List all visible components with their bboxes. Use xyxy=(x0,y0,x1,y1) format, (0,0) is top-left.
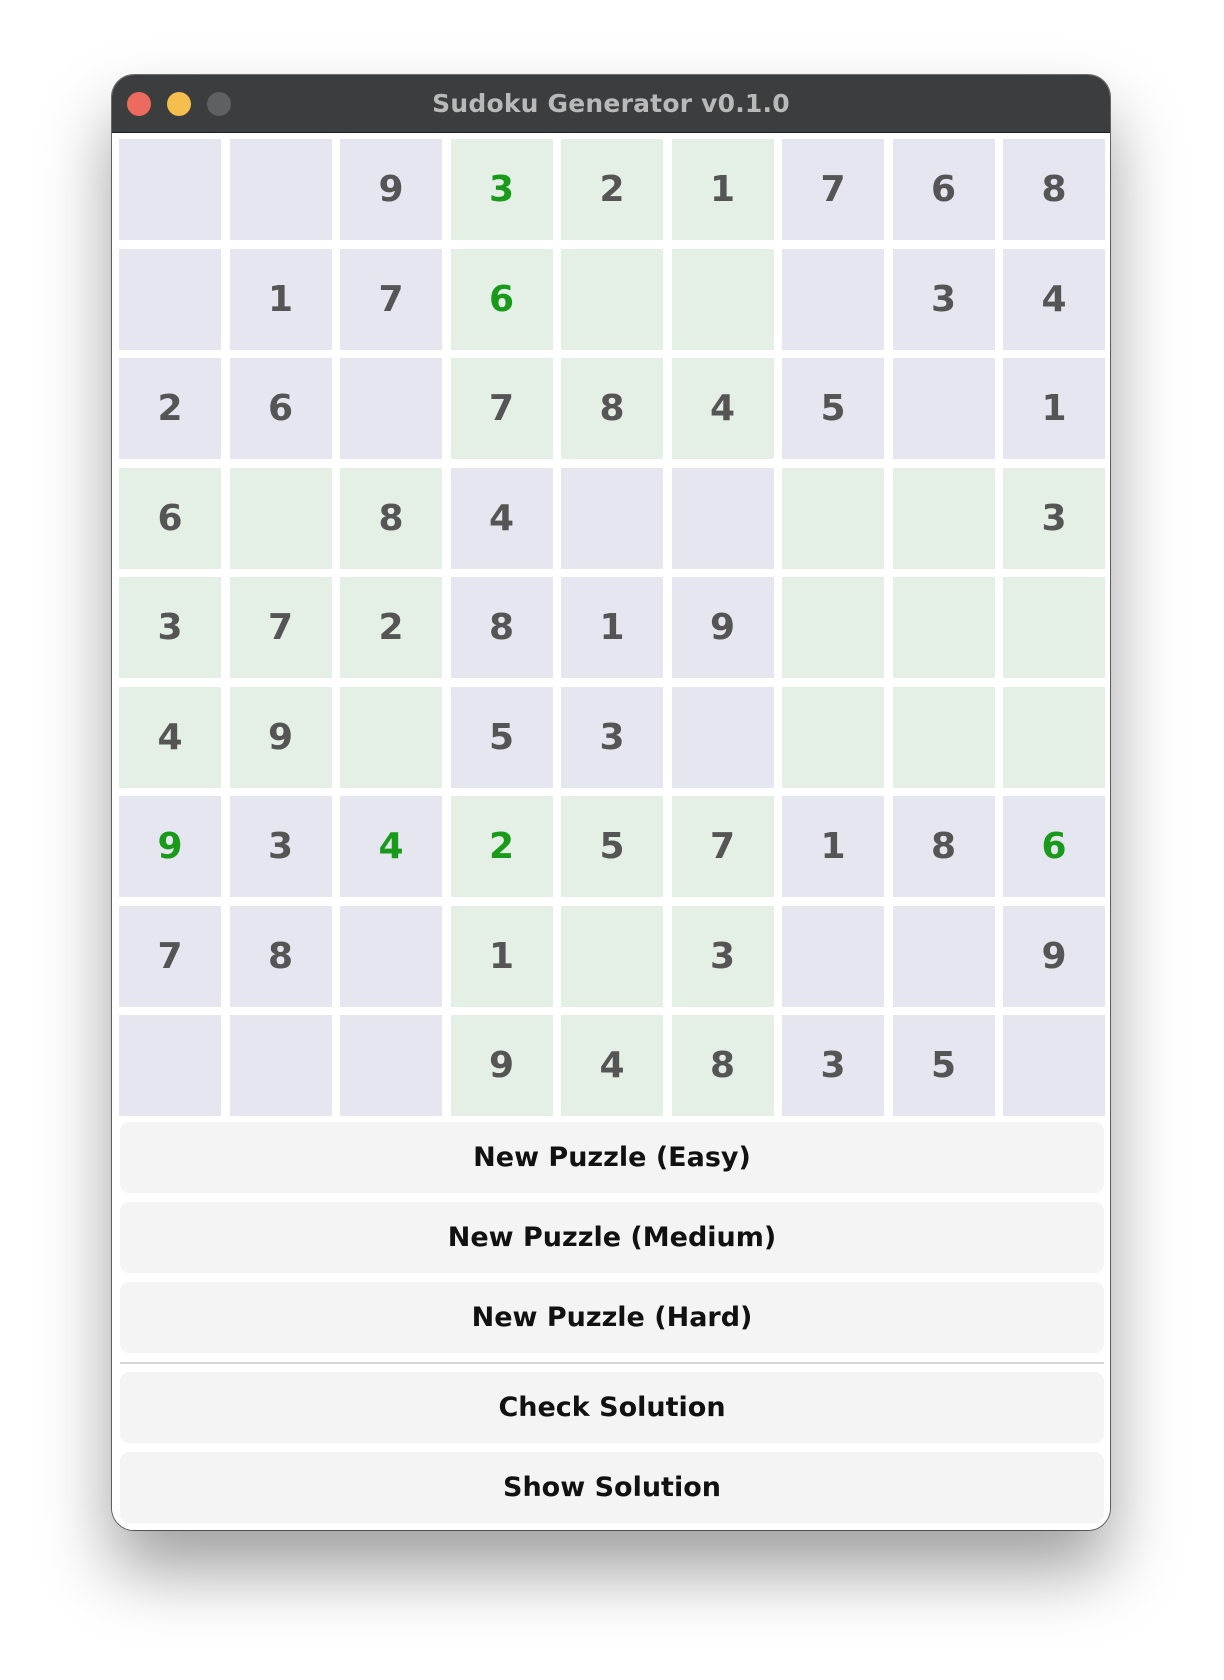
sudoku-cell-r7-c1[interactable]: 9 xyxy=(119,796,221,897)
sudoku-cell-r5-c3[interactable]: 2 xyxy=(340,577,442,678)
new-puzzle-easy-button[interactable]: New Puzzle (Easy) xyxy=(120,1122,1104,1193)
sudoku-cell-r2-c7[interactable] xyxy=(782,248,884,350)
sudoku-cell-r7-c6[interactable]: 7 xyxy=(671,796,774,897)
sudoku-cell-r7-c8[interactable]: 8 xyxy=(892,796,995,897)
sudoku-cell-r1-c6[interactable]: 1 xyxy=(671,139,774,240)
sudoku-cell-r2-c3[interactable]: 7 xyxy=(340,248,442,350)
main-content: 9321768176342678451684337281949539342571… xyxy=(112,133,1110,1530)
sudoku-cell-r3-c4[interactable]: 7 xyxy=(450,358,553,459)
sudoku-cell-r8-c4[interactable]: 1 xyxy=(450,905,553,1007)
sudoku-cell-r1-c3[interactable]: 9 xyxy=(340,139,442,240)
sudoku-cell-r4-c4[interactable]: 4 xyxy=(450,467,553,569)
sudoku-cell-r2-c2[interactable]: 1 xyxy=(229,248,332,350)
check-solution-button[interactable]: Check Solution xyxy=(120,1372,1104,1443)
sudoku-cell-r9-c8[interactable]: 5 xyxy=(892,1015,995,1116)
sudoku-cell-r1-c9[interactable]: 8 xyxy=(1003,139,1105,240)
sudoku-cell-r2-c5[interactable] xyxy=(561,248,663,350)
sudoku-cell-r8-c1[interactable]: 7 xyxy=(119,905,221,1007)
sudoku-cell-r8-c2[interactable]: 8 xyxy=(229,905,332,1007)
sudoku-cell-r2-c1[interactable] xyxy=(119,248,221,350)
sudoku-cell-r9-c5[interactable]: 4 xyxy=(561,1015,663,1116)
sudoku-cell-r4-c7[interactable] xyxy=(782,467,884,569)
sudoku-cell-r5-c9[interactable] xyxy=(1003,577,1105,678)
sudoku-cell-r4-c1[interactable]: 6 xyxy=(119,467,221,569)
sudoku-cell-r3-c7[interactable]: 5 xyxy=(782,358,884,459)
sudoku-cell-r5-c4[interactable]: 8 xyxy=(450,577,553,678)
sudoku-cell-r6-c6[interactable] xyxy=(671,686,774,788)
sudoku-cell-r6-c4[interactable]: 5 xyxy=(450,686,553,788)
sudoku-cell-r6-c9[interactable] xyxy=(1003,686,1105,788)
sudoku-cell-r2-c9[interactable]: 4 xyxy=(1003,248,1105,350)
sudoku-cell-r7-c2[interactable]: 3 xyxy=(229,796,332,897)
sudoku-cell-r8-c6[interactable]: 3 xyxy=(671,905,774,1007)
sudoku-cell-r6-c7[interactable] xyxy=(782,686,884,788)
window-title: Sudoku Generator v0.1.0 xyxy=(432,89,790,118)
sudoku-cell-r1-c4[interactable]: 3 xyxy=(450,139,553,240)
sudoku-cell-r5-c5[interactable]: 1 xyxy=(561,577,663,678)
sudoku-cell-r5-c2[interactable]: 7 xyxy=(229,577,332,678)
sudoku-cell-r3-c5[interactable]: 8 xyxy=(561,358,663,459)
sudoku-cell-r5-c6[interactable]: 9 xyxy=(671,577,774,678)
sudoku-cell-r9-c9[interactable] xyxy=(1003,1015,1105,1116)
sudoku-cell-r7-c4[interactable]: 2 xyxy=(450,796,553,897)
sudoku-board: 9321768176342678451684337281949539342571… xyxy=(119,139,1105,1116)
sudoku-cell-r3-c9[interactable]: 1 xyxy=(1003,358,1105,459)
sudoku-cell-r3-c1[interactable]: 2 xyxy=(119,358,221,459)
sudoku-cell-r5-c8[interactable] xyxy=(892,577,995,678)
sudoku-cell-r1-c5[interactable]: 2 xyxy=(561,139,663,240)
sudoku-cell-r3-c3[interactable] xyxy=(340,358,442,459)
sudoku-cell-r7-c7[interactable]: 1 xyxy=(782,796,884,897)
new-puzzle-hard-button[interactable]: New Puzzle (Hard) xyxy=(120,1282,1104,1353)
sudoku-cell-r9-c3[interactable] xyxy=(340,1015,442,1116)
sudoku-cell-r2-c6[interactable] xyxy=(671,248,774,350)
button-separator xyxy=(120,1362,1104,1364)
sudoku-cell-r5-c1[interactable]: 3 xyxy=(119,577,221,678)
sudoku-cell-r2-c8[interactable]: 3 xyxy=(892,248,995,350)
title-bar[interactable]: Sudoku Generator v0.1.0 xyxy=(112,75,1110,133)
sudoku-cell-r9-c7[interactable]: 3 xyxy=(782,1015,884,1116)
sudoku-cell-r4-c5[interactable] xyxy=(561,467,663,569)
sudoku-cell-r4-c6[interactable] xyxy=(671,467,774,569)
sudoku-cell-r3-c8[interactable] xyxy=(892,358,995,459)
sudoku-cell-r8-c3[interactable] xyxy=(340,905,442,1007)
sudoku-cell-r7-c5[interactable]: 5 xyxy=(561,796,663,897)
sudoku-cell-r3-c6[interactable]: 4 xyxy=(671,358,774,459)
sudoku-cell-r4-c9[interactable]: 3 xyxy=(1003,467,1105,569)
sudoku-cell-r7-c3[interactable]: 4 xyxy=(340,796,442,897)
sudoku-cell-r6-c5[interactable]: 3 xyxy=(561,686,663,788)
sudoku-cell-r1-c7[interactable]: 7 xyxy=(782,139,884,240)
sudoku-cell-r6-c1[interactable]: 4 xyxy=(119,686,221,788)
sudoku-cell-r4-c8[interactable] xyxy=(892,467,995,569)
sudoku-cell-r2-c4[interactable]: 6 xyxy=(450,248,553,350)
sudoku-cell-r9-c1[interactable] xyxy=(119,1015,221,1116)
sudoku-cell-r9-c4[interactable]: 9 xyxy=(450,1015,553,1116)
sudoku-cell-r1-c1[interactable] xyxy=(119,139,221,240)
sudoku-cell-r6-c8[interactable] xyxy=(892,686,995,788)
sudoku-cell-r1-c8[interactable]: 6 xyxy=(892,139,995,240)
new-puzzle-medium-button[interactable]: New Puzzle (Medium) xyxy=(120,1202,1104,1273)
sudoku-cell-r6-c3[interactable] xyxy=(340,686,442,788)
app-window: Sudoku Generator v0.1.0 9321768176342678… xyxy=(112,75,1110,1530)
sudoku-cell-r7-c9[interactable]: 6 xyxy=(1003,796,1105,897)
sudoku-cell-r9-c2[interactable] xyxy=(229,1015,332,1116)
sudoku-cell-r1-c2[interactable] xyxy=(229,139,332,240)
sudoku-cell-r8-c9[interactable]: 9 xyxy=(1003,905,1105,1007)
sudoku-cell-r9-c6[interactable]: 8 xyxy=(671,1015,774,1116)
sudoku-cell-r8-c8[interactable] xyxy=(892,905,995,1007)
sudoku-cell-r6-c2[interactable]: 9 xyxy=(229,686,332,788)
sudoku-cell-r8-c7[interactable] xyxy=(782,905,884,1007)
sudoku-cell-r5-c7[interactable] xyxy=(782,577,884,678)
sudoku-cell-r8-c5[interactable] xyxy=(561,905,663,1007)
show-solution-button[interactable]: Show Solution xyxy=(120,1452,1104,1523)
sudoku-cell-r3-c2[interactable]: 6 xyxy=(229,358,332,459)
sudoku-cell-r4-c3[interactable]: 8 xyxy=(340,467,442,569)
sudoku-cell-r4-c2[interactable] xyxy=(229,467,332,569)
